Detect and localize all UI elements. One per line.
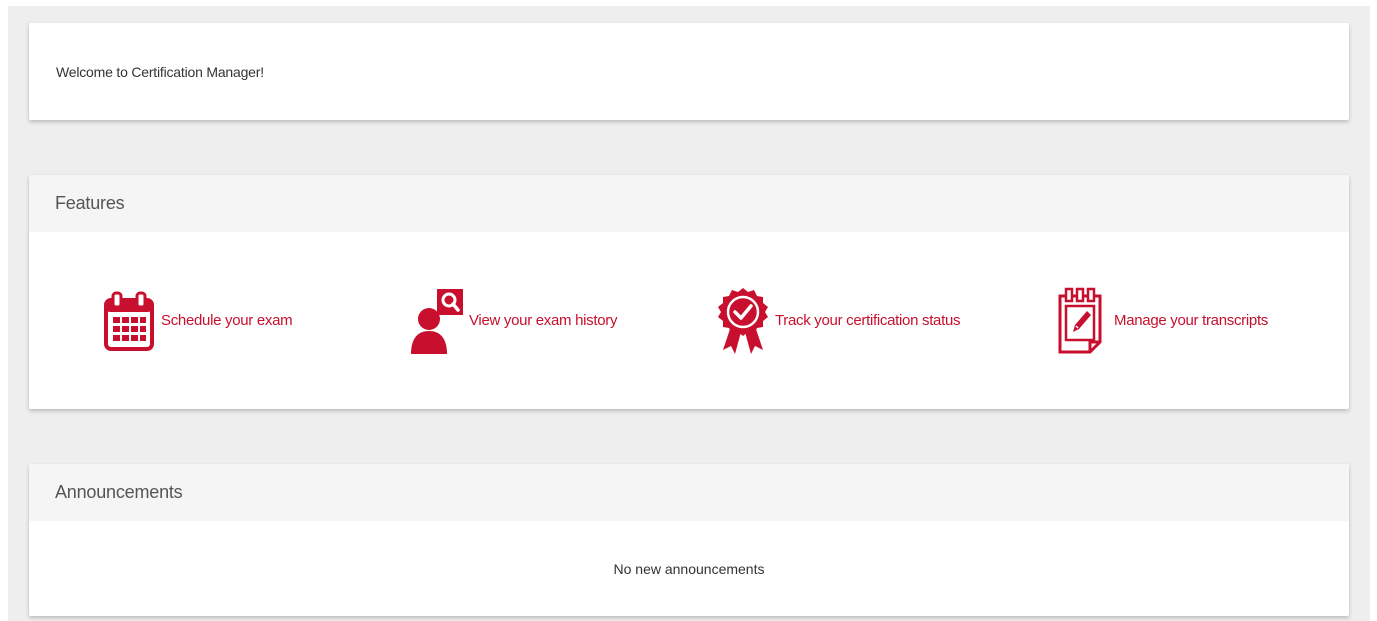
- certification-badge-icon: [715, 286, 771, 356]
- features-list: Schedule your exam View your exam histor…: [29, 232, 1349, 409]
- transcript-edit-icon: [1054, 286, 1110, 356]
- announcements-card: Announcements No new announcements: [29, 464, 1349, 616]
- schedule-exam-label: Schedule your exam: [161, 312, 293, 329]
- schedule-exam-link[interactable]: Schedule your exam: [101, 286, 293, 356]
- certification-status-label: Track your certification status: [775, 312, 961, 329]
- certification-status-link[interactable]: Track your certification status: [715, 286, 961, 356]
- manage-transcripts-label: Manage your transcripts: [1114, 312, 1269, 329]
- features-card: Features Schedule your exam View your ex…: [29, 175, 1349, 409]
- announcements-header: Announcements: [29, 464, 1349, 521]
- features-header: Features: [29, 175, 1349, 232]
- welcome-message: Welcome to Certification Manager!: [56, 63, 264, 80]
- exam-history-label: View your exam history: [469, 312, 618, 329]
- manage-transcripts-link[interactable]: Manage your transcripts: [1054, 286, 1268, 356]
- calendar-icon: [101, 286, 157, 356]
- welcome-card: Welcome to Certification Manager!: [29, 23, 1349, 120]
- exam-history-link[interactable]: View your exam history: [409, 286, 617, 356]
- user-search-icon: [409, 286, 465, 356]
- page-background: Welcome to Certification Manager! Featur…: [8, 6, 1370, 621]
- announcements-empty-message: No new announcements: [613, 560, 765, 577]
